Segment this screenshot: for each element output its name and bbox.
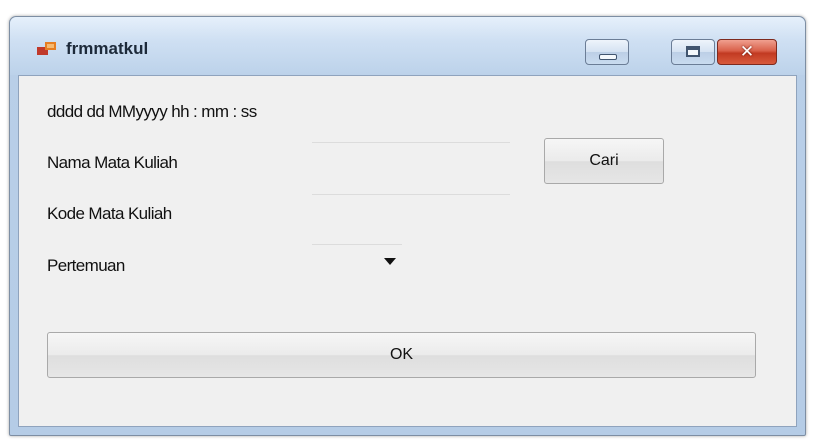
form-window: frmmatkul ✕ dddd dd MMyyyy hh : mm : ss …	[9, 16, 806, 436]
nama-mata-kuliah-input[interactable]	[312, 142, 510, 143]
minimize-button[interactable]	[585, 39, 629, 65]
maximize-icon	[686, 46, 700, 57]
close-button[interactable]: ✕	[717, 39, 777, 65]
app-icon	[37, 42, 56, 55]
nama-mata-kuliah-label: Nama Mata Kuliah	[47, 153, 178, 172]
title-bar[interactable]: frmmatkul ✕	[10, 17, 805, 75]
pertemuan-label: Pertemuan	[47, 256, 125, 275]
minimize-icon	[599, 54, 617, 60]
close-icon: ✕	[739, 42, 755, 61]
window-title: frmmatkul	[66, 39, 149, 58]
datetime-label: dddd dd MMyyyy hh : mm : ss	[47, 102, 257, 121]
ok-button[interactable]: OK	[47, 332, 756, 378]
kode-mata-kuliah-input[interactable]	[312, 194, 510, 195]
kode-mata-kuliah-label: Kode Mata Kuliah	[47, 204, 172, 223]
cari-button[interactable]: Cari	[544, 138, 664, 184]
pertemuan-dropdown[interactable]	[312, 248, 402, 274]
chevron-down-icon[interactable]	[384, 258, 396, 265]
pertemuan-field-border	[312, 244, 402, 245]
form-client-area: dddd dd MMyyyy hh : mm : ss Nama Mata Ku…	[18, 75, 797, 427]
maximize-button[interactable]	[671, 39, 715, 65]
